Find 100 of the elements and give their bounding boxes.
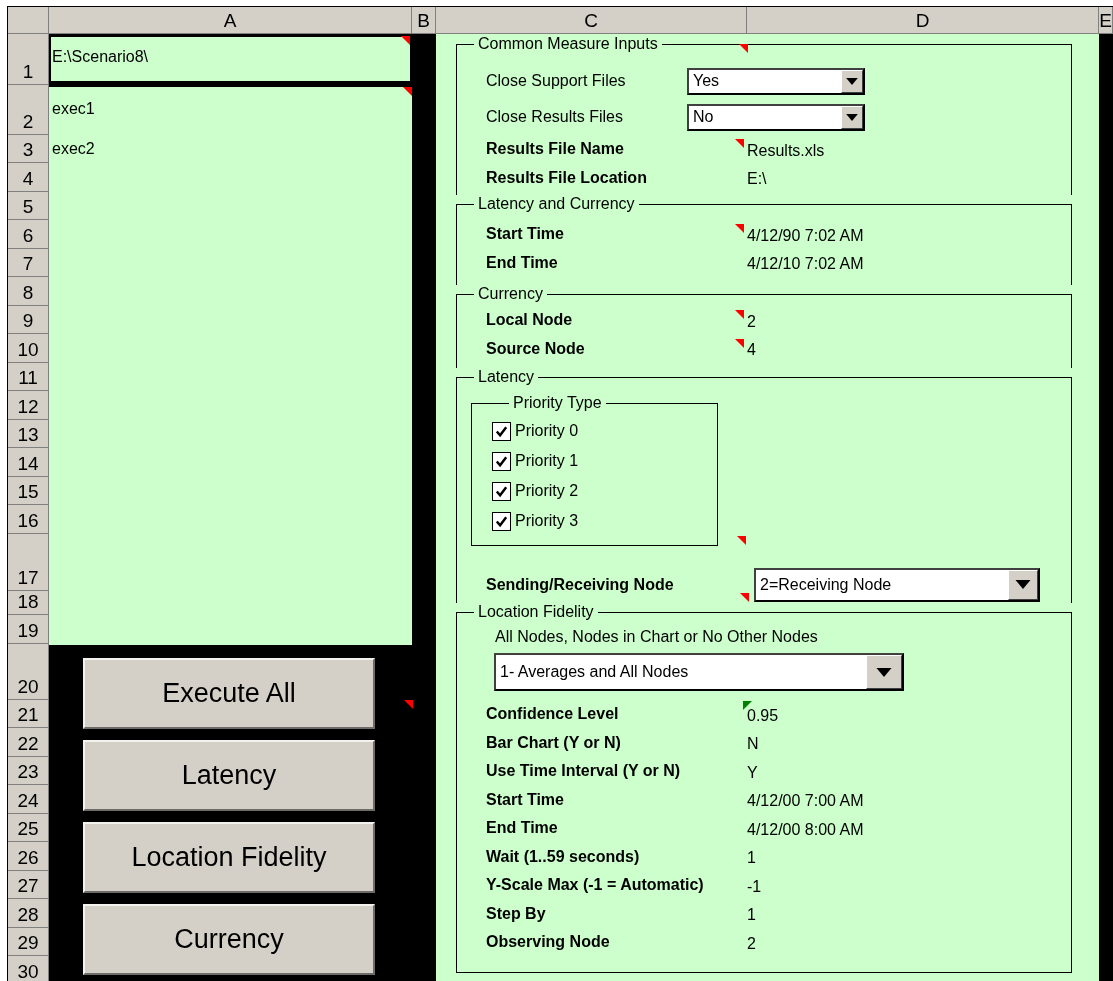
row-header[interactable]: 27	[8, 871, 48, 899]
field-value: 1	[747, 848, 756, 868]
checkbox[interactable]	[492, 481, 511, 501]
dropdown[interactable]: Yes	[687, 67, 865, 95]
row-header[interactable]: 29	[8, 928, 48, 956]
field-label: Wait (1..59 seconds)	[485, 846, 641, 867]
field-value: 2	[747, 311, 756, 331]
macro-button[interactable]: Currency	[83, 904, 375, 975]
field-label: Y-Scale Max (-1 = Automatic)	[485, 875, 705, 896]
field-label: Step By	[485, 903, 547, 924]
field-value: 2	[747, 933, 756, 953]
column-header[interactable]: C	[436, 7, 747, 34]
field-label: Start Time	[485, 224, 565, 245]
checkbox-label: Priority 1	[514, 452, 579, 470]
field-label: Bar Chart (Y or N)	[485, 732, 622, 753]
column-header[interactable]: A	[49, 7, 412, 34]
field-label: Results File Name	[485, 139, 625, 160]
dropdown[interactable]: 1- Averages and All Nodes	[494, 653, 904, 691]
field-value: 4/12/00 8:00 AM	[747, 819, 864, 839]
checkbox-label: Priority 0	[514, 422, 579, 440]
field-label: Start Time	[485, 789, 565, 810]
row-header[interactable]: 22	[8, 728, 48, 757]
dropdown[interactable]: No	[687, 103, 865, 131]
field-label: Use Time Interval (Y or N)	[485, 761, 682, 782]
group-title: Currency	[477, 285, 544, 303]
caret-icon	[876, 667, 892, 677]
field-value: Y	[747, 762, 758, 782]
row-header[interactable]: 3	[8, 135, 48, 163]
checkbox-label: Priority 2	[514, 482, 579, 500]
row-header[interactable]: 1	[8, 34, 48, 85]
select-all-corner[interactable]	[8, 7, 49, 34]
row-header[interactable]: 13	[8, 420, 48, 448]
dropdown-arrow-button[interactable]	[866, 655, 902, 689]
field-value: -1	[747, 876, 762, 896]
row-header[interactable]: 20	[8, 644, 48, 700]
dropdown-arrow-button[interactable]	[1008, 569, 1038, 600]
group-title: Common Measure Inputs	[477, 35, 659, 53]
macro-button[interactable]: Location Fidelity	[83, 822, 375, 893]
row-header[interactable]: 9	[8, 306, 48, 334]
field-label: Close Results Files	[485, 108, 624, 126]
group-title: Location Fidelity	[477, 603, 595, 621]
field-value: 0.95	[747, 705, 779, 725]
checkbox[interactable]	[492, 511, 511, 531]
row-header[interactable]: 30	[8, 956, 48, 981]
row-header[interactable]: 19	[8, 615, 48, 644]
row-header[interactable]: 17	[8, 534, 48, 591]
row-header[interactable]: 5	[8, 192, 48, 220]
row-header[interactable]: 4	[8, 163, 48, 192]
field-value: 1	[747, 905, 756, 925]
row-header[interactable]: 15	[8, 477, 48, 505]
column-header[interactable]: B	[412, 7, 436, 34]
field-value: 4/12/00 7:00 AM	[747, 791, 864, 811]
field-label: Observing Node	[485, 932, 611, 953]
row-header[interactable]: 14	[8, 448, 48, 477]
column-header[interactable]: E	[1099, 7, 1113, 34]
row-header[interactable]: 26	[8, 842, 48, 871]
row-header[interactable]: 18	[8, 591, 48, 615]
field-label: Source Node	[485, 338, 586, 359]
row-header[interactable]: 6	[8, 220, 48, 249]
field-value: 4/12/90 7:02 AM	[747, 225, 864, 245]
row-header[interactable]: 7	[8, 249, 48, 277]
row-header[interactable]: 2	[8, 85, 48, 135]
dropdown[interactable]: 2=Receiving Node	[754, 567, 1040, 602]
field-value: 4/12/10 7:02 AM	[747, 254, 864, 274]
field-label: Close Support Files	[485, 72, 627, 90]
row-header[interactable]: 28	[8, 899, 48, 928]
cell: E:\Scenario8\	[49, 35, 412, 83]
row-header[interactable]: 10	[8, 334, 48, 363]
row-header[interactable]: 25	[8, 814, 48, 842]
group-title: Latency	[477, 368, 536, 386]
group-title: Priority Type	[512, 394, 603, 412]
field-label: End Time	[485, 818, 559, 839]
macro-button[interactable]: Latency	[83, 740, 375, 811]
field-value: Results.xls	[747, 140, 825, 160]
macro-button[interactable]: Execute All	[83, 658, 375, 729]
caret-icon	[1015, 580, 1031, 589]
checkbox[interactable]	[492, 421, 511, 441]
row-header[interactable]: 16	[8, 505, 48, 534]
field-label: Local Node	[485, 310, 574, 331]
checkbox[interactable]	[492, 451, 511, 471]
field-label: End Time	[485, 252, 559, 273]
cell-text: exec2	[52, 140, 95, 157]
dropdown-arrow-button[interactable]	[841, 69, 863, 93]
field-value: E:\	[747, 169, 767, 189]
cell-text: exec1	[52, 100, 95, 117]
field-label: Sending/Receiving Node	[485, 575, 675, 594]
caret-icon	[846, 77, 858, 85]
row-header[interactable]: 8	[8, 277, 48, 306]
field-label: Results File Location	[485, 167, 648, 188]
dropdown-arrow-button[interactable]	[841, 105, 863, 129]
row-header[interactable]: 23	[8, 757, 48, 785]
checkbox-label: Priority 3	[514, 512, 579, 530]
field-label: Confidence Level	[485, 704, 620, 725]
row-header[interactable]: 11	[8, 363, 48, 391]
row-header[interactable]: 12	[8, 391, 48, 420]
row-header[interactable]: 21	[8, 700, 48, 728]
group-title: Latency and Currency	[477, 195, 636, 213]
field-value: 4	[747, 340, 756, 360]
row-header[interactable]: 24	[8, 785, 48, 814]
column-header[interactable]: D	[747, 7, 1099, 34]
